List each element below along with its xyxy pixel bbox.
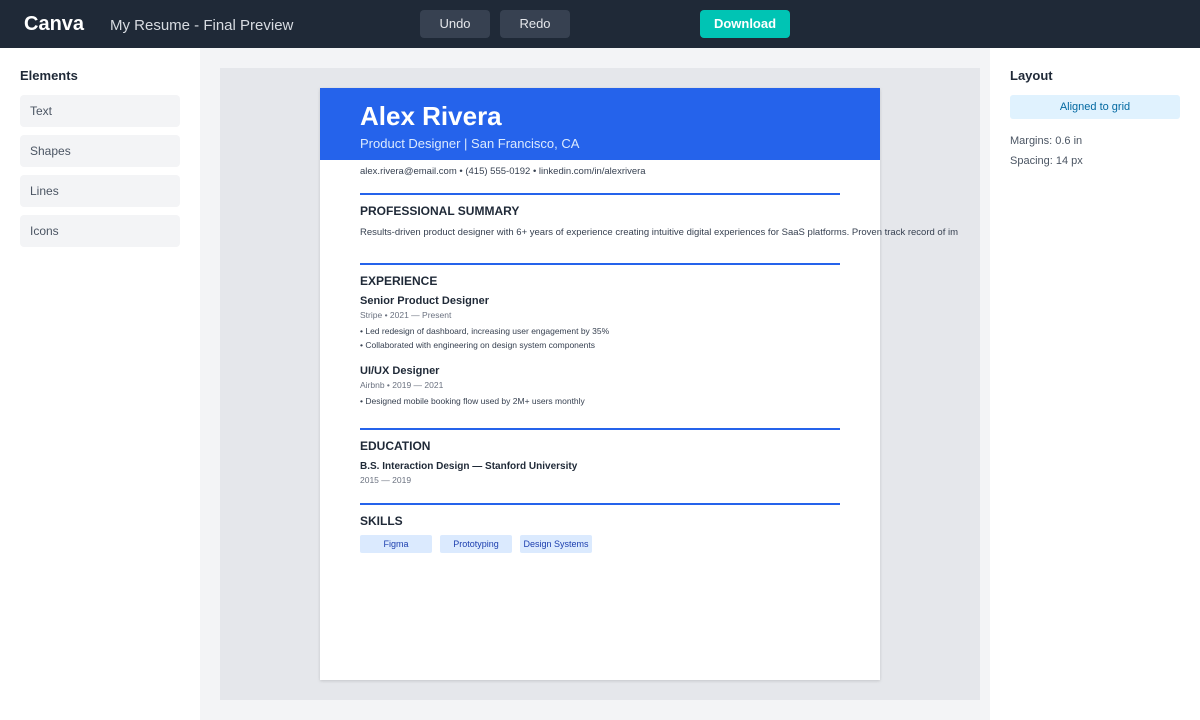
layout-heading: Layout — [1010, 68, 1053, 83]
skill-tag[interactable]: Design Systems — [520, 535, 592, 553]
section-divider[interactable] — [360, 263, 840, 265]
job-bullet[interactable]: • Designed mobile booking flow used by 2… — [360, 396, 585, 407]
job-meta[interactable]: Airbnb • 2019 — 2021 — [360, 380, 443, 391]
experience-heading[interactable]: EXPERIENCE — [360, 274, 437, 288]
skill-tag[interactable]: Figma — [360, 535, 432, 553]
job-bullet[interactable]: • Collaborated with engineering on desig… — [360, 340, 595, 351]
resume-page[interactable]: Alex Rivera Product Designer | San Franc… — [320, 88, 958, 680]
resume-header-block[interactable]: Alex Rivera Product Designer | San Franc… — [320, 88, 880, 160]
design-canvas[interactable]: Alex Rivera Product Designer | San Franc… — [220, 68, 980, 700]
section-divider[interactable] — [360, 428, 840, 430]
job-title[interactable]: Senior Product Designer — [360, 295, 489, 308]
brand-logo[interactable]: Canva — [24, 11, 84, 37]
elements-panel: Elements Text Shapes Lines Icons — [0, 48, 200, 720]
skill-tag[interactable]: Prototyping — [440, 535, 512, 553]
job-title[interactable]: UI/UX Designer — [360, 365, 439, 378]
spacing-value: Spacing: 14 px — [1010, 155, 1083, 167]
redo-button[interactable]: Redo — [500, 10, 570, 38]
margins-value: Margins: 0.6 in — [1010, 135, 1083, 147]
resume-contact[interactable]: alex.rivera@email.com • (415) 555-0192 •… — [360, 166, 646, 178]
education-degree[interactable]: B.S. Interaction Design — Stanford Unive… — [360, 460, 577, 473]
download-button[interactable]: Download — [700, 10, 790, 38]
summary-text[interactable]: Results-driven product designer with 6+ … — [360, 227, 958, 239]
skills-heading[interactable]: SKILLS — [360, 514, 403, 528]
layout-panel: Layout Aligned to grid Margins: 0.6 in S… — [990, 48, 1200, 720]
elements-heading: Elements — [20, 68, 78, 83]
section-divider[interactable] — [360, 193, 840, 195]
element-item-text[interactable]: Text — [20, 95, 180, 127]
section-divider[interactable] — [360, 503, 840, 505]
resume-name[interactable]: Alex Rivera — [360, 101, 502, 131]
undo-button[interactable]: Undo — [420, 10, 490, 38]
element-item-shapes[interactable]: Shapes — [20, 135, 180, 167]
element-item-icons[interactable]: Icons — [20, 215, 180, 247]
element-item-lines[interactable]: Lines — [20, 175, 180, 207]
grid-status-badge: Aligned to grid — [1010, 95, 1180, 119]
education-years[interactable]: 2015 — 2019 — [360, 475, 411, 486]
resume-role[interactable]: Product Designer | San Francisco, CA — [360, 136, 579, 152]
job-meta[interactable]: Stripe • 2021 — Present — [360, 310, 451, 321]
job-bullet[interactable]: • Led redesign of dashboard, increasing … — [360, 326, 609, 337]
education-heading[interactable]: EDUCATION — [360, 439, 430, 453]
top-bar: Canva My Resume - Final Preview Undo Red… — [0, 0, 1200, 48]
document-title[interactable]: My Resume - Final Preview — [110, 17, 293, 35]
summary-heading[interactable]: PROFESSIONAL SUMMARY — [360, 204, 519, 218]
